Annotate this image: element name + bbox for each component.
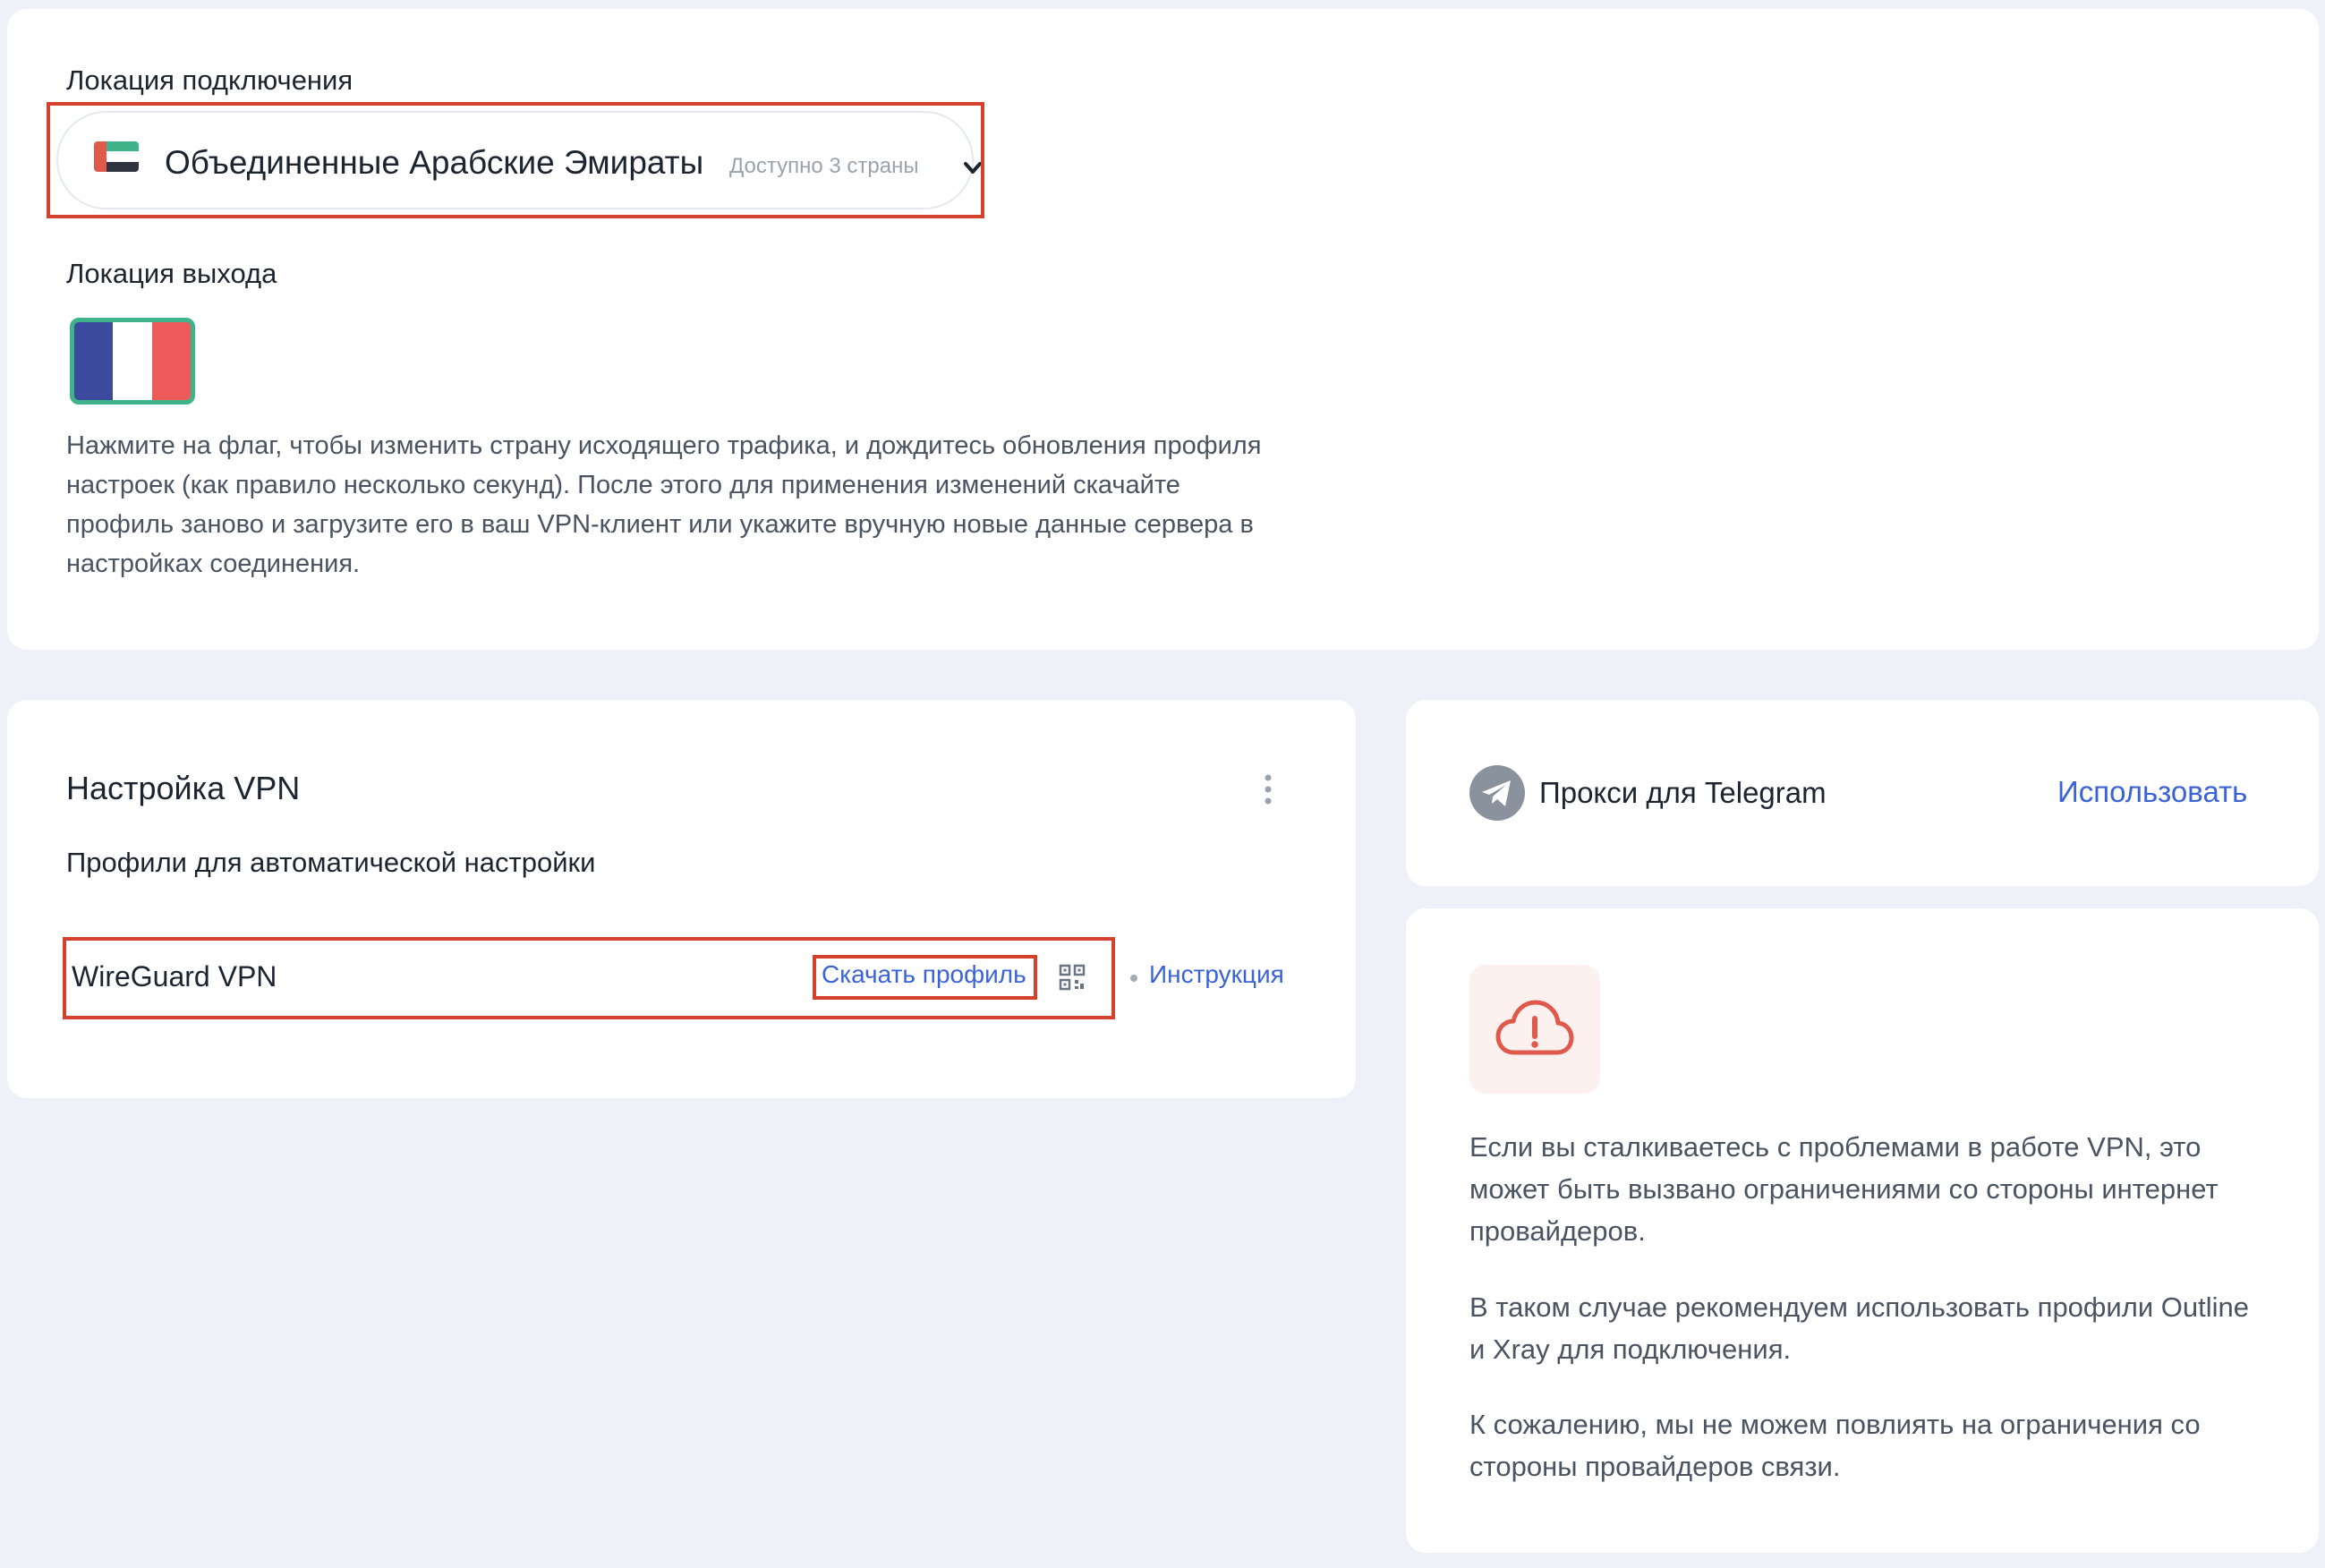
cloud-alert-icon [1495,1000,1574,1055]
telegram-icon [1469,765,1525,821]
exit-location-label: Локация выхода [66,258,277,289]
warning-paragraph: Если вы сталкиваетесь с проблемами в раб… [1469,1131,2219,1247]
auto-profiles-label: Профили для автоматической настройки [66,847,596,878]
warning-paragraph: К сожалению, мы не можем повлиять на огр… [1469,1409,2201,1482]
connection-highlight-frame [47,102,984,218]
exit-location-description: Нажмите на флаг, чтобы изменить страну и… [66,431,1262,578]
warning-paragraph: В таком случае рекомендуем использовать … [1469,1291,2249,1365]
telegram-proxy-title: Прокси для Telegram [1539,776,1827,809]
vpn-settings-card [7,700,1356,1098]
instructions-link[interactable]: Инструкция [1149,960,1284,989]
kebab-menu-icon[interactable] [1255,771,1282,807]
use-telegram-proxy-link[interactable]: Использовать [2057,775,2247,809]
vpn-settings-title: Настройка VPN [66,770,301,806]
connection-location-label: Локация подключения [66,64,353,96]
france-flag-icon[interactable] [70,318,195,405]
wireguard-highlight-frame [63,937,1115,1019]
separator-dot [1130,975,1137,982]
